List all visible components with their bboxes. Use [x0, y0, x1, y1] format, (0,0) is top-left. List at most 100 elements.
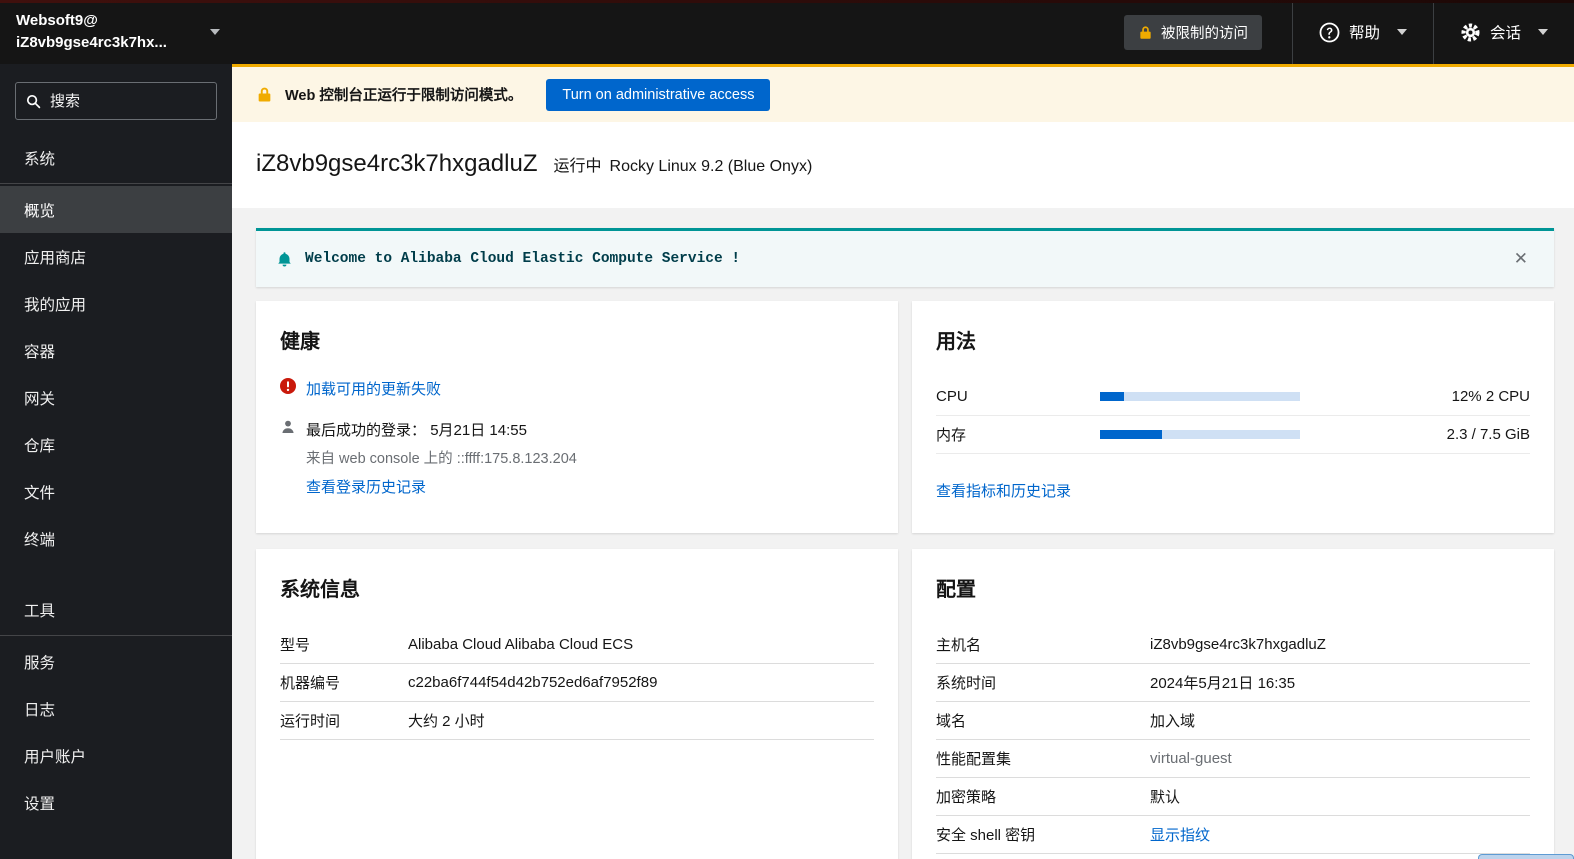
cpu-usage-value: 12% 2 CPU [1451, 388, 1530, 405]
overview-content: Welcome to Alibaba Cloud Elastic Compute… [232, 208, 1574, 859]
cpu-progress-fill [1100, 392, 1124, 401]
close-icon[interactable]: ✕ [1508, 245, 1534, 273]
page-header: iZ8vb9gse4rc3k7hxgadluZ 运行中 Rocky Linux … [232, 122, 1574, 208]
host-state: 运行中 [553, 158, 602, 175]
memory-usage-row: 内存 2.3 / 7.5 GiB [936, 416, 1530, 454]
updates-error-item: 加载可用的更新失败 [280, 378, 874, 399]
host-switcher[interactable]: Websoft9@ iZ8vb9gse4rc3k7hx... [0, 0, 232, 64]
machine-id-row: 机器编号 c22ba6f744f54d42b752ed6af7952f89 [280, 664, 874, 702]
usage-card: 用法 CPU 12% 2 CPU 内存 2.3 / 7.5 GiB 查看指标和历… [912, 301, 1554, 533]
sidebar-item-logs[interactable]: 日志 [0, 685, 232, 732]
system-time-label: 系统时间 [936, 675, 997, 692]
performance-profile-value: virtual-guest [1150, 750, 1232, 767]
machine-id-value: c22ba6f744f54d42b752ed6af7952f89 [408, 674, 658, 691]
restricted-banner-message: Web 控制台正运行于限制访问模式。 [285, 88, 523, 104]
hardware-details-link[interactable]: 查看硬件详细信息 [280, 848, 874, 859]
configuration-card-title: 配置 [936, 579, 976, 601]
search-input[interactable] [50, 92, 249, 110]
sidebar-item-files[interactable]: 文件 [0, 468, 232, 515]
ssh-keys-label: 安全 shell 密钥 [936, 827, 1036, 844]
domain-label: 域名 [936, 713, 967, 730]
machine-id-label: 机器编号 [280, 675, 341, 692]
hostname-value: iZ8vb9gse4rc3k7hxgadluZ [1150, 636, 1326, 653]
cpu-usage-row: CPU 12% 2 CPU [936, 378, 1530, 416]
lock-icon [256, 86, 273, 103]
sidebar-item-tools[interactable]: 工具 [0, 586, 232, 633]
health-card-title: 健康 [280, 331, 320, 353]
lock-icon [1138, 25, 1153, 40]
masthead: Websoft9@ iZ8vb9gse4rc3k7hx... 被限制的访问 帮助… [0, 0, 1574, 64]
page-title: iZ8vb9gse4rc3k7hxgadluZ [256, 150, 538, 177]
gear-icon [1460, 22, 1481, 43]
model-label: 型号 [280, 637, 311, 654]
sidebar-item-system[interactable]: 系统 [0, 134, 232, 181]
brand-user: Websoft9@ [16, 11, 98, 29]
metrics-history-link[interactable]: 查看指标和历史记录 [936, 480, 1530, 501]
login-history-link[interactable]: 查看登录历史记录 [306, 479, 426, 496]
exclamation-circle-icon [280, 378, 296, 394]
configuration-card: 配置 主机名 iZ8vb9gse4rc3k7hxgadluZ 系统时间 2024… [912, 549, 1554, 859]
crypto-policy-row: 加密策略 默认 [936, 778, 1530, 816]
question-circle-icon [1319, 22, 1340, 43]
host-os: Rocky Linux 9.2 (Blue Onyx) [609, 158, 813, 175]
join-domain-value: 加入域 [1150, 713, 1196, 730]
performance-profile-label: 性能配置集 [936, 751, 1012, 768]
system-time-value: 2024年5月21日 16:35 [1150, 675, 1296, 692]
memory-progress-fill [1100, 430, 1162, 439]
last-login-source: 来自 web console 上的 ::ffff:175.8.123.204 [306, 451, 577, 467]
restricted-access-badge[interactable]: 被限制的访问 [1123, 14, 1262, 50]
bell-icon [276, 251, 293, 268]
sidebar-item-my-apps[interactable]: 我的应用 [0, 280, 232, 327]
sidebar-divider [0, 183, 232, 184]
sidebar-item-repository[interactable]: 仓库 [0, 421, 232, 468]
usage-card-title: 用法 [936, 331, 976, 353]
memory-label: 内存 [936, 427, 967, 444]
main-area: Web 控制台正运行于限制访问模式。 Turn on administrativ… [232, 64, 1574, 859]
last-login-time: 5月21日 14:55 [430, 422, 527, 439]
last-login-details: 最后成功的登录： 5月21日 14:55 来自 web console 上的 :… [306, 419, 577, 497]
sidebar-item-accounts[interactable]: 用户账户 [0, 732, 232, 779]
user-icon [280, 419, 296, 435]
uptime-label: 运行时间 [280, 713, 341, 730]
sidebar-item-services[interactable]: 服务 [0, 638, 232, 685]
sidebar-item-settings[interactable]: 设置 [0, 779, 232, 826]
sidebar-divider [0, 635, 232, 636]
hostname-label: 主机名 [936, 637, 982, 654]
bottom-right-partial-element [1478, 854, 1574, 859]
crypto-policy-label: 加密策略 [936, 789, 997, 806]
chevron-down-icon [1396, 29, 1407, 35]
turn-on-admin-access-button[interactable]: Turn on administrative access [546, 78, 771, 111]
chevron-down-icon [210, 29, 220, 35]
sidebar-gap [0, 562, 232, 586]
sidebar-search[interactable] [15, 82, 249, 120]
sidebar-item-overview[interactable]: 概览 [0, 186, 232, 233]
brand-hostname: iZ8vb9gse4rc3k7hx... [16, 34, 167, 51]
cpu-progress-bar [1100, 392, 1300, 401]
memory-usage-value: 2.3 / 7.5 GiB [1446, 426, 1530, 443]
search-icon [26, 94, 41, 109]
domain-row: 域名 加入域 [936, 702, 1530, 740]
system-info-card-title: 系统信息 [280, 579, 360, 601]
welcome-message: Welcome to Alibaba Cloud Elastic Compute… [305, 251, 741, 267]
chevron-down-icon [1538, 29, 1548, 35]
performance-profile-row: 性能配置集 virtual-guest [936, 740, 1530, 778]
last-login-line: 最后成功的登录： 5月21日 14:55 [306, 419, 577, 440]
uptime-row: 运行时间 大约 2 小时 [280, 702, 874, 740]
sidebar-item-containers[interactable]: 容器 [0, 327, 232, 374]
health-card: 健康 加载可用的更新失败 最后成功的登录： 5月21日 14:55 来自 web… [256, 301, 898, 533]
session-menu[interactable]: 会话 [1434, 0, 1574, 64]
last-login-label: 最后成功的登录： [306, 422, 427, 439]
updates-error-link[interactable]: 加载可用的更新失败 [306, 378, 441, 399]
help-menu[interactable]: 帮助 [1293, 0, 1433, 64]
sidebar-nav: 系统 概览 应用商店 我的应用 容器 网关 仓库 文件 终端 工具 服务 日志 … [0, 134, 232, 826]
show-fingerprints-link[interactable]: 显示指纹 [1150, 824, 1210, 845]
sidebar-item-terminal[interactable]: 终端 [0, 515, 232, 562]
ssh-keys-row: 安全 shell 密钥 显示指纹 [936, 816, 1530, 854]
restricted-badge-label: 被限制的访问 [1160, 25, 1248, 42]
sidebar: 系统 概览 应用商店 我的应用 容器 网关 仓库 文件 终端 工具 服务 日志 … [0, 64, 249, 859]
sidebar-item-gateway[interactable]: 网关 [0, 374, 232, 421]
system-info-card: 系统信息 型号 Alibaba Cloud Alibaba Cloud ECS … [256, 549, 898, 859]
system-time-row: 系统时间 2024年5月21日 16:35 [936, 664, 1530, 702]
sidebar-item-app-store[interactable]: 应用商店 [0, 233, 232, 280]
restricted-mode-banner: Web 控制台正运行于限制访问模式。 Turn on administrativ… [232, 64, 1574, 122]
